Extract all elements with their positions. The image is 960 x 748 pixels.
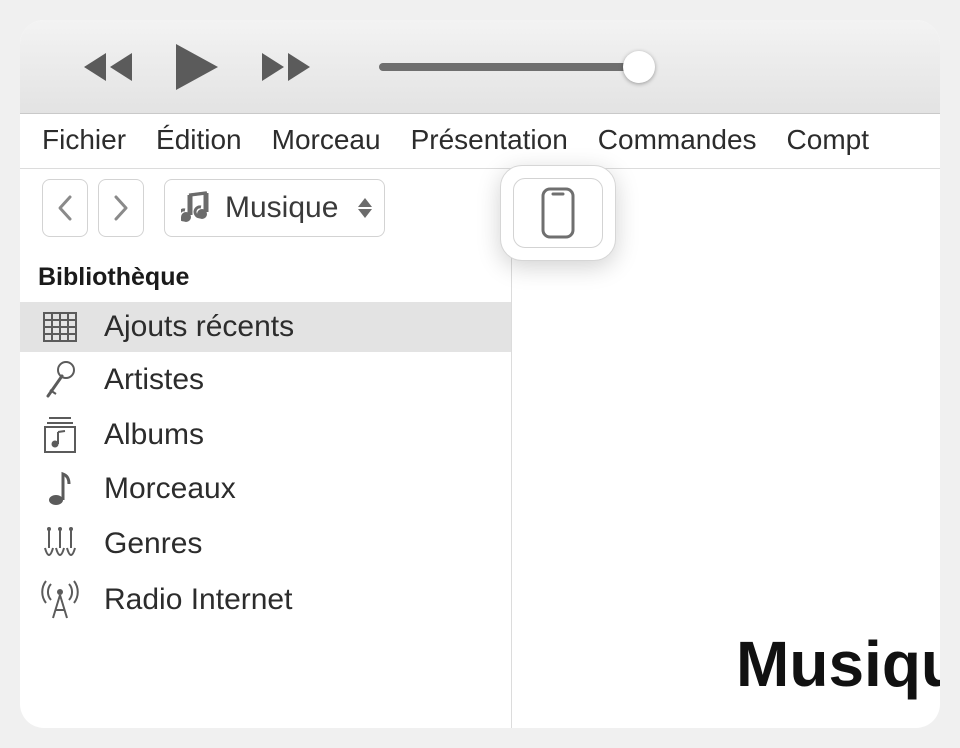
menu-controls[interactable]: Commandes [598, 124, 757, 156]
sidebar-item-artists[interactable]: Artistes [20, 352, 511, 408]
nav-bar: Musique [20, 169, 940, 247]
forward-button[interactable] [98, 179, 144, 237]
playback-controls [80, 42, 314, 92]
sidebar-item-label: Ajouts récents [104, 310, 294, 344]
next-button[interactable] [258, 49, 314, 85]
play-icon [174, 42, 220, 92]
note-icon [38, 470, 82, 508]
media-category-select[interactable]: Musique [164, 179, 385, 237]
grid-icon [38, 311, 82, 343]
sidebar-item-label: Morceaux [104, 472, 236, 506]
sidebar-item-songs[interactable]: Morceaux [20, 462, 511, 516]
fast-forward-icon [258, 49, 314, 85]
sidebar-heading: Bibliothèque [20, 255, 511, 302]
slider-thumb[interactable] [623, 51, 655, 83]
menu-view[interactable]: Présentation [411, 124, 568, 156]
sidebar-item-radio[interactable]: Radio Internet [20, 572, 511, 628]
rewind-icon [80, 49, 136, 85]
music-note-icon [181, 191, 209, 225]
sidebar-item-recently-added[interactable]: Ajouts récents [20, 302, 511, 352]
menu-edit[interactable]: Édition [156, 124, 242, 156]
sidebar-item-genres[interactable]: Genres [20, 516, 511, 572]
sidebar-item-label: Artistes [104, 363, 204, 397]
play-button[interactable] [174, 42, 220, 92]
sidebar-item-label: Genres [104, 527, 202, 561]
menu-bar: Fichier Édition Morceau Présentation Com… [20, 114, 940, 169]
main-pane: Musiqu [512, 247, 940, 728]
page-title: Musiqu [736, 627, 940, 701]
sidebar-item-label: Albums [104, 418, 204, 452]
microphone-icon [38, 360, 82, 400]
chevron-left-icon [56, 194, 74, 222]
media-category-label: Musique [225, 191, 338, 225]
updown-icon [358, 198, 372, 218]
back-button[interactable] [42, 179, 88, 237]
guitar-icon [38, 524, 82, 564]
content-area: Bibliothèque Ajouts récents [20, 247, 940, 728]
sidebar: Bibliothèque Ajouts récents [20, 247, 512, 728]
previous-button[interactable] [80, 49, 136, 85]
phone-icon [541, 187, 575, 239]
album-icon [38, 416, 82, 454]
menu-account[interactable]: Compt [787, 124, 869, 156]
app-window: Fichier Édition Morceau Présentation Com… [20, 20, 940, 728]
sidebar-item-albums[interactable]: Albums [20, 408, 511, 462]
sidebar-item-label: Radio Internet [104, 583, 292, 617]
menu-file[interactable]: Fichier [42, 124, 126, 156]
chevron-right-icon [112, 194, 130, 222]
menu-song[interactable]: Morceau [272, 124, 381, 156]
playback-toolbar [20, 20, 940, 114]
antenna-icon [38, 580, 82, 620]
volume-slider[interactable] [379, 63, 639, 71]
